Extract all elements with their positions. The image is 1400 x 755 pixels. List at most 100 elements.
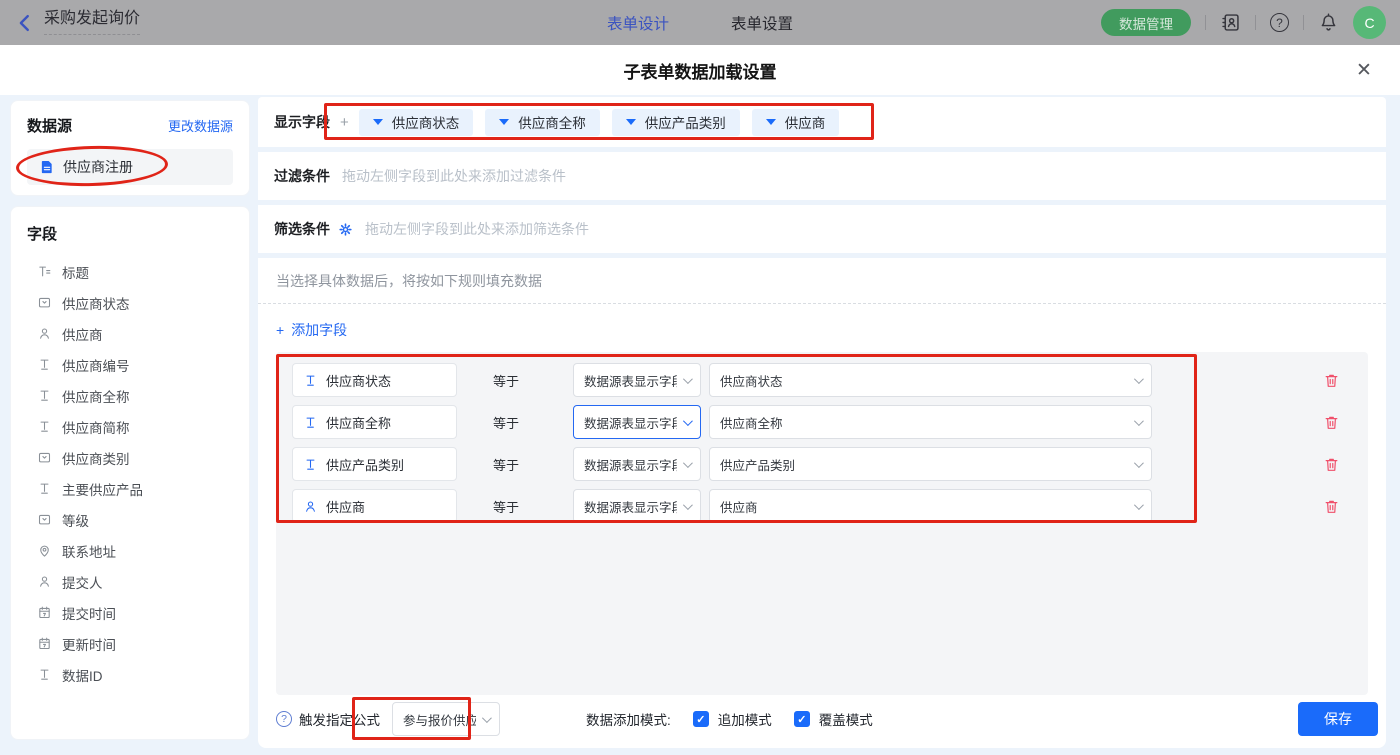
field-label: 数据ID xyxy=(62,665,103,685)
equals-label: 等于 xyxy=(493,455,523,474)
data-manage-button[interactable]: 数据管理 xyxy=(1101,9,1191,36)
caret-down-icon xyxy=(766,119,776,125)
rule-field[interactable]: 供应产品类别 xyxy=(292,447,457,481)
field-label: 提交时间 xyxy=(62,603,116,623)
help-icon[interactable]: ? xyxy=(1270,13,1289,32)
field-label: 供应商简称 xyxy=(62,417,130,437)
fields-title: 字段 xyxy=(27,223,249,244)
close-icon[interactable]: ✕ xyxy=(1350,56,1378,84)
person-icon xyxy=(303,499,318,514)
text-icon xyxy=(303,373,318,388)
rule-target-select[interactable]: 供应产品类别 xyxy=(709,447,1152,481)
display-field-tags: 供应商状态 供应商全称 供应产品类别 供应商 xyxy=(359,109,840,136)
field-item-supplier-category[interactable]: 供应商类别 xyxy=(11,442,249,473)
field-label: 供应商类别 xyxy=(62,448,130,468)
filter-condition-row[interactable]: 过滤条件 拖动左侧字段到此处来添加过滤条件 xyxy=(258,152,1386,200)
trash-icon[interactable] xyxy=(1323,498,1340,515)
display-tag[interactable]: 供应商全称 xyxy=(485,109,600,136)
rule-target-select[interactable]: 供应商全称 xyxy=(709,405,1152,439)
avatar[interactable]: C xyxy=(1353,6,1386,39)
divider xyxy=(1255,15,1256,30)
fill-rules-panel: 当选择具体数据后，将按如下规则填充数据 + 添加字段 供应商状态 等于 数据源表… xyxy=(258,258,1386,748)
display-tag[interactable]: 供应商 xyxy=(752,109,840,136)
rule-source-select[interactable]: 数据源表显示字段值 xyxy=(573,489,701,523)
rule-field[interactable]: 供应商全称 xyxy=(292,405,457,439)
field-item-data-id[interactable]: 数据ID xyxy=(11,659,249,690)
caret-down-icon xyxy=(626,119,636,125)
field-item-level[interactable]: 等级 xyxy=(11,504,249,535)
checkbox-append-mode[interactable] xyxy=(693,711,709,727)
text-icon xyxy=(37,388,52,403)
topbar-actions: 数据管理 ? C xyxy=(1101,0,1386,45)
field-item-update-time[interactable]: 更新时间 xyxy=(11,628,249,659)
tab-form-design[interactable]: 表单设计 xyxy=(607,12,669,34)
field-item-supplier-fullname[interactable]: 供应商全称 xyxy=(11,380,249,411)
field-item-supplier-shortname[interactable]: 供应商简称 xyxy=(11,411,249,442)
rule-target-select[interactable]: 供应商 xyxy=(709,489,1152,523)
add-field-button[interactable]: + 添加字段 xyxy=(276,320,347,340)
field-label: 供应商全称 xyxy=(62,386,130,406)
rule-source-select[interactable]: 数据源表显示字段值 xyxy=(573,363,701,397)
screen-condition-row[interactable]: 筛选条件 拖动左侧字段到此处来添加筛选条件 xyxy=(258,205,1386,253)
append-mode-label: 追加模式 xyxy=(718,709,772,729)
gear-icon[interactable] xyxy=(338,222,353,237)
display-tag[interactable]: 供应产品类别 xyxy=(612,109,740,136)
modal-title: 子表单数据加载设置 xyxy=(624,58,777,83)
display-tag[interactable]: 供应商状态 xyxy=(359,109,474,136)
tab-form-settings[interactable]: 表单设置 xyxy=(731,12,793,34)
divider xyxy=(1303,15,1304,30)
topbar: 采购发起询价 表单设计 表单设置 数据管理 ? C xyxy=(0,0,1400,45)
trash-icon[interactable] xyxy=(1323,414,1340,431)
text-icon xyxy=(37,419,52,434)
field-item-submit-time[interactable]: 提交时间 xyxy=(11,597,249,628)
rule-row: 供应商全称 等于 数据源表显示字段值 供应商全称 xyxy=(292,405,1352,439)
field-item-supplier-no[interactable]: 供应商编号 xyxy=(11,349,249,380)
chevron-down-icon xyxy=(1134,500,1144,510)
field-label: 主要供应产品 xyxy=(62,479,143,499)
caret-down-icon xyxy=(499,119,509,125)
filter-label: 过滤条件 xyxy=(274,166,330,186)
text-icon xyxy=(37,481,52,496)
filter-placeholder: 拖动左侧字段到此处来添加过滤条件 xyxy=(342,166,566,186)
field-label: 供应商状态 xyxy=(62,293,130,313)
rule-source-select[interactable]: 数据源表显示字段值 xyxy=(573,447,701,481)
bell-icon[interactable] xyxy=(1318,12,1339,33)
rules-list: 供应商状态 等于 数据源表显示字段值 供应商状态 供应商全称 等于 数据源表显示… xyxy=(276,352,1368,695)
location-icon xyxy=(37,543,52,558)
field-item-supplier-status[interactable]: 供应商状态 xyxy=(11,287,249,318)
formula-select[interactable]: 参与报价供应... xyxy=(392,702,500,736)
field-item-contact-address[interactable]: 联系地址 xyxy=(11,535,249,566)
change-datasource-link[interactable]: 更改数据源 xyxy=(168,116,233,135)
help-icon[interactable]: ? xyxy=(276,711,292,727)
chevron-down-icon xyxy=(482,713,492,723)
trash-icon[interactable] xyxy=(1323,372,1340,389)
calendar-icon xyxy=(37,636,52,651)
screen-label: 筛选条件 xyxy=(274,219,330,239)
chevron-down-icon xyxy=(1134,374,1144,384)
person-icon xyxy=(37,574,52,589)
datasource-selected[interactable]: 供应商注册 xyxy=(27,149,233,185)
rule-target-select[interactable]: 供应商状态 xyxy=(709,363,1152,397)
chevron-down-icon xyxy=(1134,416,1144,426)
field-item-supplier[interactable]: 供应商 xyxy=(11,318,249,349)
person-icon xyxy=(37,326,52,341)
chevron-down-icon xyxy=(683,374,693,384)
save-button[interactable]: 保存 xyxy=(1298,702,1378,736)
trash-icon[interactable] xyxy=(1323,456,1340,473)
plus-icon[interactable]: + xyxy=(340,114,349,131)
field-label: 供应商 xyxy=(62,324,103,344)
contacts-icon[interactable] xyxy=(1220,12,1241,33)
caret-down-icon xyxy=(373,119,383,125)
rule-field[interactable]: 供应商 xyxy=(292,489,457,523)
data-add-mode-label: 数据添加模式: xyxy=(586,709,671,729)
checkbox-overwrite-mode[interactable] xyxy=(794,711,810,727)
rule-field[interactable]: 供应商状态 xyxy=(292,363,457,397)
field-item-submitter[interactable]: 提交人 xyxy=(11,566,249,597)
chevron-down-icon xyxy=(683,458,693,468)
field-item-main-products[interactable]: 主要供应产品 xyxy=(11,473,249,504)
chevron-down-icon xyxy=(1134,458,1144,468)
rule-row: 供应商状态 等于 数据源表显示字段值 供应商状态 xyxy=(292,363,1352,397)
rule-source-select[interactable]: 数据源表显示字段值 xyxy=(573,405,701,439)
overwrite-mode-label: 覆盖模式 xyxy=(819,709,873,729)
field-item-title[interactable]: 标题 xyxy=(11,256,249,287)
